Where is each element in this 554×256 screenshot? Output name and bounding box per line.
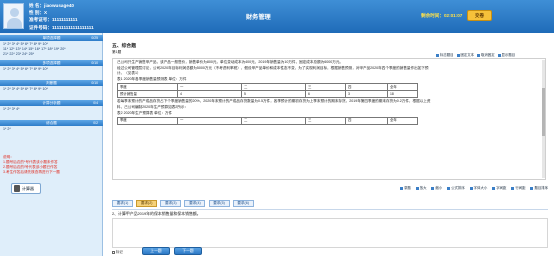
tab-requirement-3[interactable]: 要求(3) bbox=[160, 200, 182, 207]
record-tool[interactable]: 录题 bbox=[399, 186, 411, 190]
section-single-choice[interactable]: 单项选择题 0/25 bbox=[0, 35, 103, 41]
question-number: 第1题 bbox=[112, 50, 122, 54]
question-area: 五、综合题 第1题 标志题目 固定文本 取消固定 显示题目 己公司只生产销售甲产… bbox=[104, 33, 554, 256]
candidate-name: 姓 名：jiaowusage40 bbox=[29, 3, 74, 8]
answer-textarea[interactable] bbox=[112, 218, 548, 248]
calculator-button[interactable]: 计算器 bbox=[11, 183, 41, 194]
table-row: 季度一二三四全年 bbox=[117, 117, 418, 126]
unpin-tool[interactable]: 取消固定 bbox=[477, 53, 495, 57]
pin-text-tool[interactable]: 固定文本 bbox=[456, 53, 474, 57]
candidate-info: 姓 名：jiaowusage40 性 别：X 准考证号：11111111111 … bbox=[29, 2, 94, 31]
candidate-gender: 性 别：X bbox=[29, 10, 48, 16]
display-toolbar: 录题 放大 缩小 公式排序 字体大小 字间距 行间距 题目排序 bbox=[112, 185, 548, 193]
tab-requirement-4[interactable]: 要求(4) bbox=[184, 200, 206, 207]
zoom-out-tool[interactable]: 缩小 bbox=[431, 186, 442, 190]
section-heading: 五、综合题 bbox=[112, 44, 136, 49]
table-caption: 表1 2020年各季度销售量预测表 单位：万件 bbox=[117, 76, 187, 81]
zoom-in-tool[interactable]: 放大 bbox=[415, 186, 426, 190]
question-nav-sidebar: 单项选择题 0/25 1* 2* 3* 4* 5* 6* 7* 8* 9* 10*… bbox=[0, 33, 103, 256]
tab-requirement-2[interactable]: 要求(2) bbox=[136, 200, 158, 207]
calculator-icon bbox=[14, 185, 20, 192]
table-caption: 表2 2020年生产预算表 单位：万件 bbox=[117, 110, 173, 115]
previous-question-button[interactable]: 上一题 bbox=[142, 247, 170, 255]
show-question-tool[interactable]: 显示题目 bbox=[497, 53, 515, 57]
material-scrollbar[interactable] bbox=[542, 60, 545, 178]
font-size-tool[interactable]: 字体大小 bbox=[469, 186, 487, 190]
candidate-exam-id: 准考证号：11111111111 bbox=[29, 17, 78, 23]
divider bbox=[112, 209, 548, 210]
table-row: 季度一二三四全年 bbox=[117, 83, 418, 92]
flag-question-tool[interactable]: 标志题目 bbox=[436, 53, 454, 57]
next-question-button[interactable]: 下一题 bbox=[174, 247, 202, 255]
checkbox-icon bbox=[112, 250, 115, 254]
question-material: 己公司只生产销售甲产品，该产品一般售价，销售单价为800元，单位变动成本为400… bbox=[112, 58, 546, 180]
top-header: 姓 名：jiaowusage40 性 别：X 准考证号：11111111111 … bbox=[0, 0, 554, 33]
tab-requirement-6[interactable]: 要求(6) bbox=[232, 200, 254, 207]
tab-requirement-1[interactable]: 要求(1) bbox=[112, 200, 133, 207]
requirement-tabs: 要求(1) 要求(2) 要求(3) 要求(4) 要求(5) 要求(6) bbox=[112, 200, 256, 209]
question-sort-tool[interactable]: 题目排序 bbox=[530, 186, 548, 190]
question-numbers[interactable]: 1* 2* 3* 4* bbox=[3, 107, 101, 112]
question-numbers[interactable]: 1* 2* 3* 4* 5* 6* 7* 8* 9* 10* bbox=[3, 67, 101, 72]
production-budget-table: 季度一二三四全年 bbox=[117, 117, 418, 126]
mark-checkbox[interactable]: 标记 bbox=[112, 249, 123, 254]
candidate-photo bbox=[3, 3, 24, 29]
sales-forecast-table: 季度一二三四全年 预计销售量 4 5 6 3 18 bbox=[117, 83, 418, 99]
legend-notes: 说明： 1.题号后边的*号代表该小题未作答 2.题号后边的!号代表该小题已作答 … bbox=[3, 155, 60, 174]
section-true-false[interactable]: 判断题 0/10 bbox=[0, 80, 103, 86]
question-prompt: 2、计算甲产品2019年的保本销售量和保本销售额。 bbox=[112, 211, 201, 216]
question-numbers[interactable]: 1* 2* bbox=[3, 127, 101, 132]
question-numbers[interactable]: 1* 2* 3* 4* 5* 6* 7* 8* 9* 10* 11* 12* 1… bbox=[3, 42, 101, 58]
tab-requirement-5[interactable]: 要求(5) bbox=[208, 200, 230, 207]
exam-title: 财务管理 bbox=[246, 14, 271, 21]
letter-spacing-tool[interactable]: 字间距 bbox=[492, 186, 506, 190]
remaining-time: 剩余时间：02:01:07 bbox=[421, 13, 463, 18]
question-numbers[interactable]: 1* 2* 3* 4* 5* 6* 7* 8* 9* 10* bbox=[3, 87, 101, 92]
formula-sort-tool[interactable]: 公式排序 bbox=[447, 186, 465, 190]
submit-exam-button[interactable]: 交卷 bbox=[467, 10, 492, 21]
section-calculation[interactable]: 计算分析题 0/4 bbox=[0, 100, 103, 106]
candidate-cert-id: 证件号码：111111111111111111 bbox=[29, 24, 94, 30]
section-comprehensive[interactable]: 综合题 0/2 bbox=[0, 120, 103, 126]
question-toolbar: 标志题目 固定文本 取消固定 显示题目 bbox=[436, 52, 554, 57]
table-row: 预计销售量 4 5 6 3 18 bbox=[117, 90, 418, 99]
line-spacing-tool[interactable]: 行间距 bbox=[511, 186, 525, 190]
section-multiple-choice[interactable]: 多项选择题 0/10 bbox=[0, 60, 103, 66]
